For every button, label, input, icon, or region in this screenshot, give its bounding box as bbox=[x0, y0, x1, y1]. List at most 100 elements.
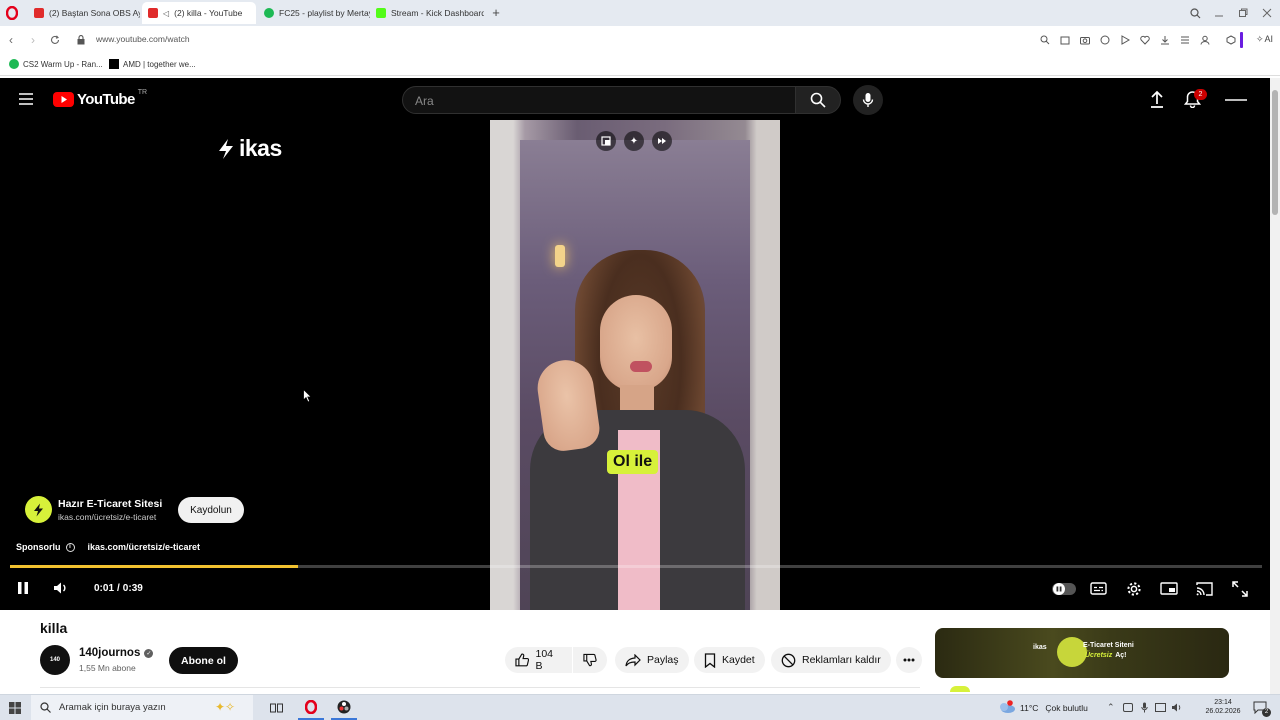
sponsored-label: Sponsorlu bbox=[16, 542, 61, 552]
heart-icon[interactable] bbox=[1139, 34, 1151, 46]
weather-text-row[interactable]: 11°C Çok bulutlu bbox=[1020, 703, 1088, 713]
youtube-logo-text: YouTube bbox=[77, 91, 135, 108]
like-button[interactable]: 104 B bbox=[505, 647, 572, 673]
sparkle-icon[interactable]: ✦ bbox=[624, 131, 644, 151]
opera-menu-icon[interactable] bbox=[6, 6, 18, 20]
video-player[interactable]: ikas Ol ile ✦ Hazır E-Ticaret Sitesi ika… bbox=[0, 120, 1270, 610]
browser-tab-active[interactable]: ◁ (2) killa - YouTube bbox=[142, 2, 256, 24]
search-page-icon[interactable] bbox=[1039, 34, 1051, 46]
side-ad-banner[interactable]: ikas E-Ticaret Siteni Ücretsiz Aç! bbox=[935, 628, 1229, 678]
subtitles-icon[interactable] bbox=[1090, 582, 1107, 595]
share-button[interactable]: Paylaş bbox=[615, 647, 689, 673]
close-window-icon[interactable] bbox=[1259, 5, 1275, 21]
back-icon[interactable]: ‹ bbox=[4, 32, 18, 48]
search-icon bbox=[40, 702, 51, 713]
forward-icon[interactable]: › bbox=[26, 32, 40, 48]
browser-tab-bar: (2) Baştan Sona OBS Ayarl ◁ (2) killa - … bbox=[0, 0, 1280, 26]
weather-icon[interactable] bbox=[998, 700, 1016, 714]
weather-condition: Çok bulutlu bbox=[1045, 703, 1088, 713]
avatar[interactable] bbox=[1225, 99, 1247, 101]
more-actions-button[interactable] bbox=[896, 647, 922, 673]
upload-icon[interactable] bbox=[1149, 90, 1165, 108]
volume-icon bbox=[54, 582, 66, 594]
settings-gear-icon[interactable] bbox=[1126, 581, 1142, 597]
info-icon[interactable]: i bbox=[65, 542, 75, 552]
scrollbar-thumb[interactable] bbox=[1272, 90, 1278, 215]
lock-icon[interactable] bbox=[74, 32, 88, 48]
fullscreen-icon[interactable] bbox=[1232, 581, 1248, 597]
ai-button[interactable]: ✧ AI bbox=[1256, 34, 1273, 45]
voice-search-button[interactable] bbox=[853, 85, 883, 115]
youtube-play-logo-icon bbox=[53, 92, 74, 107]
profile-icon[interactable] bbox=[1199, 34, 1211, 46]
browser-tab[interactable]: Stream - Kick Dashboard bbox=[370, 2, 484, 24]
volume-button[interactable] bbox=[53, 581, 69, 595]
miniplayer-icon[interactable] bbox=[596, 131, 616, 151]
search-placeholder: Ara bbox=[415, 94, 434, 108]
tab-search-icon[interactable] bbox=[1187, 5, 1203, 21]
ad-brand-badge[interactable] bbox=[25, 496, 52, 523]
save-button[interactable]: Kaydet bbox=[694, 647, 765, 673]
search-button[interactable] bbox=[795, 86, 841, 114]
miniplayer-control-icon[interactable] bbox=[1160, 582, 1178, 595]
snapshot-icon[interactable] bbox=[1079, 34, 1091, 46]
pause-button[interactable] bbox=[17, 581, 29, 595]
tab-label: Stream - Kick Dashboard bbox=[391, 8, 484, 18]
share-page-icon[interactable] bbox=[1059, 34, 1071, 46]
restore-icon[interactable] bbox=[1235, 5, 1251, 21]
section-divider bbox=[40, 687, 920, 688]
bookmark-item[interactable]: AMD | together we... bbox=[109, 59, 196, 69]
ad-url[interactable]: ikas.com/ücretsiz/e-ticaret bbox=[58, 512, 156, 522]
new-tab-button[interactable]: + bbox=[489, 5, 503, 21]
youtube-header: YouTube TR Ara 2 bbox=[0, 78, 1270, 120]
youtube-logo[interactable]: YouTube TR bbox=[53, 89, 147, 108]
menu-lines-icon[interactable] bbox=[1179, 34, 1191, 46]
vpn-icon[interactable] bbox=[1099, 34, 1111, 46]
url-field[interactable]: www.youtube.com/watch bbox=[96, 34, 190, 44]
like-count: 104 B bbox=[535, 648, 554, 672]
windows-start-icon[interactable] bbox=[9, 702, 21, 714]
tray-chevron-icon[interactable]: ⌃ bbox=[1107, 702, 1115, 713]
browser-tab[interactable]: (2) Baştan Sona OBS Ayarl bbox=[28, 2, 140, 24]
skip-forward-icon[interactable] bbox=[652, 131, 672, 151]
player-icon[interactable] bbox=[1119, 34, 1131, 46]
tray-app-icon[interactable] bbox=[1123, 703, 1133, 712]
hamburger-menu-icon[interactable] bbox=[18, 92, 34, 106]
progress-track[interactable] bbox=[10, 565, 1262, 568]
search-box[interactable]: Ara bbox=[402, 86, 796, 114]
cast-icon[interactable] bbox=[1196, 582, 1213, 596]
bookmark-item[interactable]: CS2 Warm Up - Ran... bbox=[9, 59, 103, 69]
browser-tab[interactable]: FC25 - playlist by Mertay | bbox=[258, 2, 370, 24]
lightning-bolt-icon bbox=[219, 138, 233, 159]
sponsored-url[interactable]: ikas.com/ücretsiz/e-ticaret bbox=[88, 542, 201, 552]
reload-icon[interactable] bbox=[48, 32, 62, 48]
page-scrollbar[interactable] bbox=[1270, 78, 1280, 694]
side-ad-item-thumbnail[interactable] bbox=[950, 686, 970, 692]
taskbar-opera-icon[interactable] bbox=[298, 695, 324, 720]
notification-count-badge: 2 bbox=[1194, 89, 1207, 100]
tray-microphone-icon[interactable] bbox=[1141, 702, 1148, 713]
download-icon[interactable] bbox=[1159, 34, 1171, 46]
ad-cta-button[interactable]: Kaydolun bbox=[178, 497, 244, 523]
taskbar-obs-icon[interactable] bbox=[331, 695, 357, 720]
taskbar-search-box[interactable]: Aramak için buraya yazın ✦✧ bbox=[31, 695, 253, 720]
clock[interactable]: 23:14 26.02.2026 bbox=[1200, 698, 1246, 716]
ad-title[interactable]: Hazır E-Ticaret Sitesi bbox=[58, 498, 162, 510]
tab-label: (2) killa - YouTube bbox=[174, 8, 243, 18]
tray-network-icon[interactable] bbox=[1155, 703, 1166, 712]
time-display: 0:01 / 0:39 bbox=[94, 583, 143, 594]
channel-avatar[interactable]: 140 bbox=[40, 645, 70, 675]
dislike-button[interactable] bbox=[573, 647, 607, 673]
time-total: 0:39 bbox=[122, 583, 143, 594]
minimize-icon[interactable] bbox=[1211, 5, 1227, 21]
remove-ads-button[interactable]: Reklamları kaldır bbox=[771, 647, 891, 673]
channel-name-row[interactable]: 140journos ✓ bbox=[79, 647, 154, 659]
lightning-bolt-icon bbox=[34, 503, 43, 516]
channel-name[interactable]: 140journos bbox=[79, 647, 140, 659]
tray-volume-icon[interactable] bbox=[1171, 702, 1183, 713]
task-view-icon[interactable] bbox=[270, 702, 283, 714]
autoplay-toggle[interactable] bbox=[1052, 583, 1076, 595]
extensions-icon[interactable] bbox=[1225, 34, 1237, 46]
side-ad-line2-row: Ücretsiz Aç! bbox=[1085, 652, 1127, 659]
subscribe-button[interactable]: Abone ol bbox=[169, 647, 238, 674]
